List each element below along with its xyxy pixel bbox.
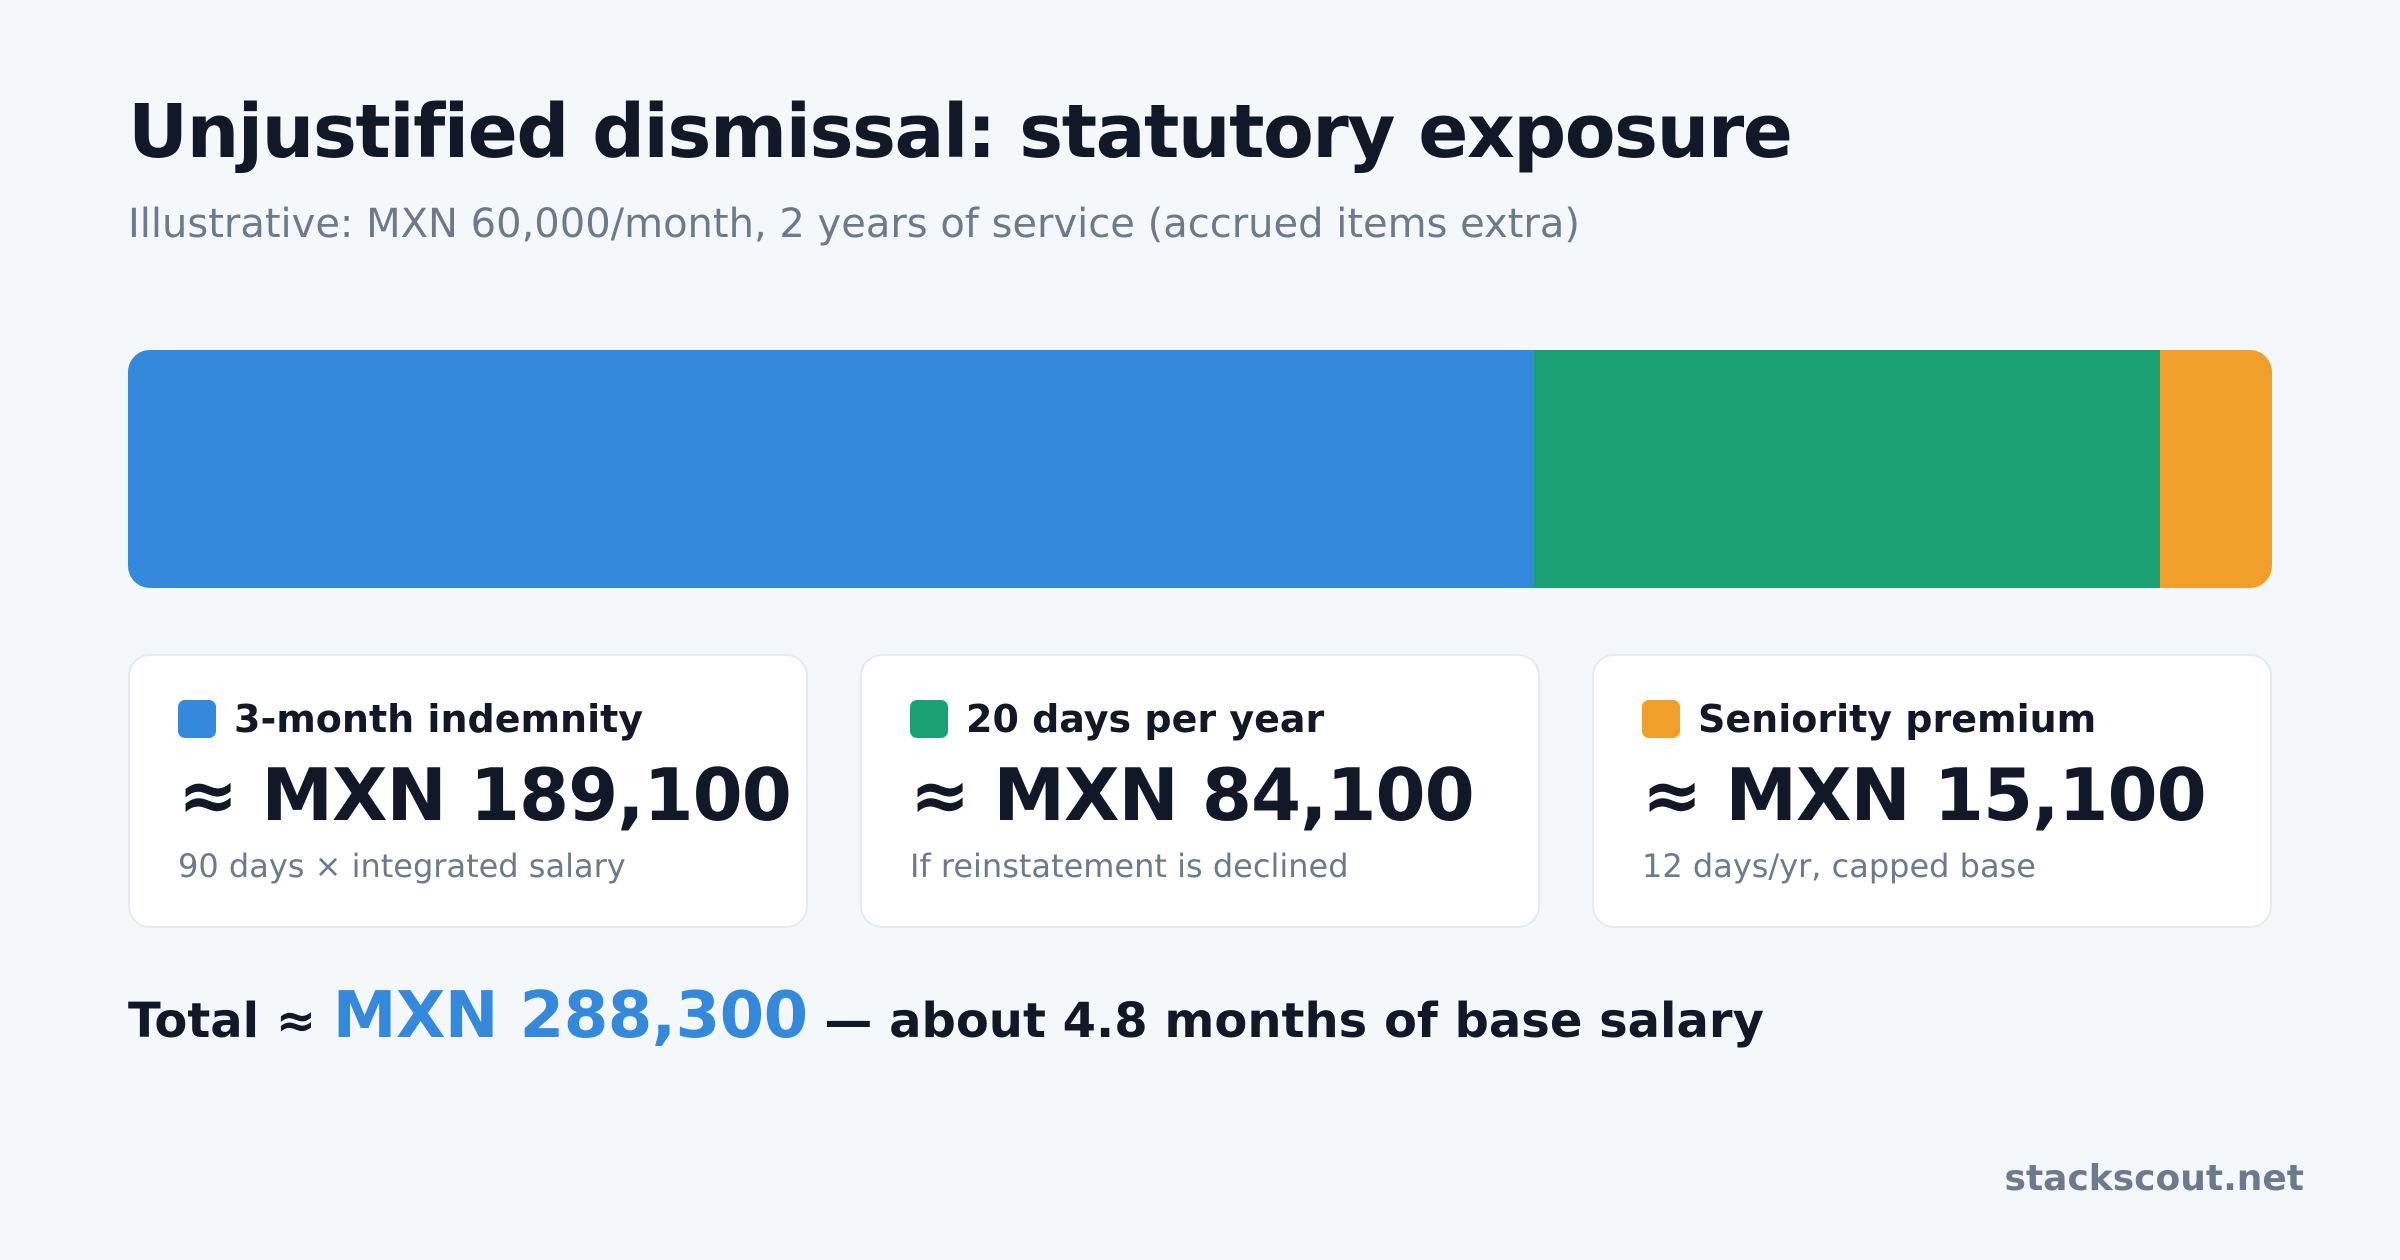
bar-segment-indemnity (128, 350, 1535, 588)
card-label: Seniority premium (1698, 697, 2097, 741)
card-value: ≈ MXN 84,100 (910, 753, 1475, 837)
swatch-seniority (1642, 700, 1680, 738)
total-summary: Total ≈ MXN 288,300 — about 4.8 months o… (128, 978, 1764, 1055)
swatch-20-days (910, 700, 948, 738)
chart-title: Unjustified dismissal: statutory exposur… (128, 89, 1793, 175)
card-seniority: Seniority premium ≈ MXN 15,100 12 days/y… (1592, 654, 2272, 928)
card-20-days: 20 days per year ≈ MXN 84,100 If reinsta… (860, 654, 1540, 928)
brand-footer[interactable]: stackscout.net (2005, 1158, 2304, 1199)
chart-subtitle: Illustrative: MXN 60,000/month, 2 years … (128, 201, 1580, 247)
swatch-indemnity (178, 700, 216, 738)
total-prefix: Total ≈ (128, 993, 333, 1049)
bar-segment-seniority (2159, 350, 2272, 588)
bar-segment-20-days (1534, 350, 2160, 588)
card-note: 90 days × integrated salary (178, 847, 626, 886)
card-value: ≈ MXN 15,100 (1642, 753, 2207, 837)
card-indemnity: 3-month indemnity ≈ MXN 189,100 90 days … (128, 654, 808, 928)
card-label: 3-month indemnity (234, 697, 644, 741)
stacked-bar (128, 350, 2272, 588)
legend-cards: 3-month indemnity ≈ MXN 189,100 90 days … (128, 654, 2272, 928)
card-value: ≈ MXN 189,100 (178, 753, 792, 837)
card-label: 20 days per year (966, 697, 1325, 741)
total-suffix: — about 4.8 months of base salary (807, 993, 1764, 1049)
total-value: MXN 288,300 (332, 979, 808, 1053)
card-note: If reinstatement is declined (910, 847, 1349, 886)
card-note: 12 days/yr, capped base (1642, 847, 2036, 886)
